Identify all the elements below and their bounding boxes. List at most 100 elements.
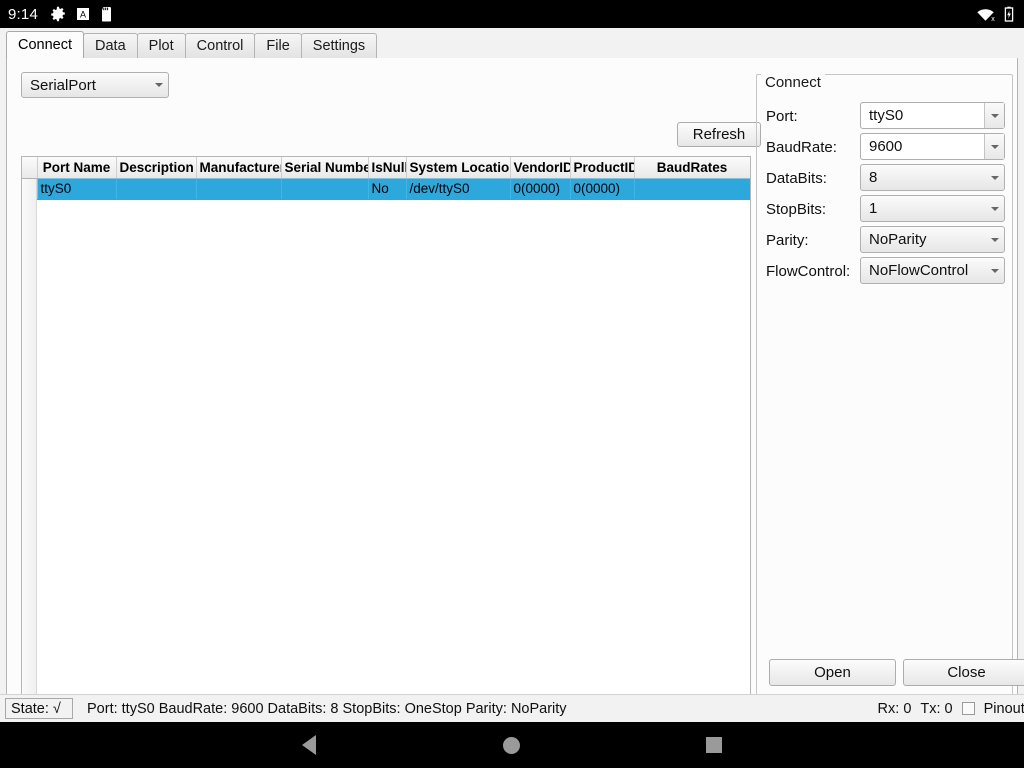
tab-data-label: Data — [95, 38, 126, 54]
column-header-port-name[interactable]: Port Name — [37, 157, 117, 179]
battery-icon — [1004, 6, 1014, 22]
chevron-down-icon — [986, 237, 1004, 242]
chevron-down-icon[interactable] — [984, 103, 1004, 128]
close-button[interactable]: Close — [903, 659, 1024, 686]
column-header-vendorid[interactable]: VendorID — [510, 157, 571, 179]
tab-bar: Connect Data Plot Control File Settings — [0, 31, 1024, 58]
port-type-select[interactable]: SerialPort — [21, 72, 169, 98]
cell-productid[interactable]: 0(0000) — [570, 178, 635, 200]
connect-groupbox-title: Connect — [761, 74, 825, 91]
close-button-label: Close — [947, 664, 986, 681]
tab-connect-label: Connect — [18, 37, 73, 53]
status-counters: Rx: 0 Tx: 0 Pinouts — [878, 701, 1024, 717]
svg-text:x: x — [991, 16, 995, 22]
tab-settings[interactable]: Settings — [300, 33, 378, 58]
column-header-system-location[interactable]: System Location — [406, 157, 511, 179]
status-notification-icons: A — [50, 6, 113, 22]
tab-plot-label: Plot — [148, 38, 174, 54]
open-button[interactable]: Open — [769, 659, 896, 686]
cell-manufacturer[interactable] — [196, 178, 282, 200]
parity-combo-value: NoParity — [869, 231, 927, 248]
connect-pane: Connect Port: ttyS0 BaudRate: 9600 DataB… — [756, 64, 1024, 697]
table-row-header-strip — [22, 179, 37, 741]
tab-file[interactable]: File — [254, 33, 302, 58]
port-combo-value: ttyS0 — [861, 107, 984, 124]
cell-port-name[interactable]: ttyS0 — [37, 178, 117, 200]
android-status-bar: 9:14 A x — [0, 0, 1024, 28]
connection-summary: Port: ttyS0 BaudRate: 9600 DataBits: 8 S… — [87, 700, 567, 717]
gear-icon — [50, 6, 66, 22]
refresh-button-label: Refresh — [692, 126, 746, 143]
baudrate-combo[interactable]: 9600 — [860, 133, 1005, 160]
field-label-databits: DataBits: — [766, 169, 827, 187]
cell-baudrates[interactable] — [634, 178, 750, 200]
field-label-baudrate: BaudRate: — [766, 138, 837, 156]
android-nav-bar — [0, 722, 1024, 768]
stopbits-combo[interactable]: 1 — [860, 195, 1005, 222]
chevron-down-icon[interactable] — [984, 134, 1004, 159]
rx-counter: Rx: 0 — [877, 700, 912, 717]
cell-system-location[interactable]: /dev/ttyS0 — [406, 178, 511, 200]
connect-groupbox: Connect Port: ttyS0 BaudRate: 9600 DataB… — [756, 74, 1024, 697]
tab-file-label: File — [266, 38, 290, 54]
port-combo[interactable]: ttyS0 — [860, 102, 1005, 129]
port-type-select-value: SerialPort — [30, 76, 96, 94]
tab-page-connect: SerialPort Refresh Port Name Description… — [6, 58, 1024, 742]
tab-connect[interactable]: Connect — [6, 31, 85, 58]
databits-combo[interactable]: 8 — [860, 164, 1005, 191]
table-row[interactable]: 1 ttyS0 No /dev/ttyS0 0(0000) 0(0000) — [22, 178, 750, 200]
tx-counter: Tx: 0 — [920, 700, 953, 717]
tab-settings-label: Settings — [312, 38, 366, 54]
column-header-serial-number[interactable]: Serial Number — [281, 157, 369, 179]
status-system-icons: x — [976, 6, 1014, 22]
tab-control[interactable]: Control — [184, 33, 256, 58]
tab-data[interactable]: Data — [83, 33, 138, 58]
port-table[interactable]: Port Name Description Manufacturer Seria… — [21, 156, 751, 742]
screen: 9:14 A x Connect Data Plot Control File … — [0, 0, 1024, 768]
port-list-pane: SerialPort Refresh Port Name Description… — [13, 64, 761, 742]
back-button[interactable] — [302, 735, 316, 755]
flowcontrol-combo-value: NoFlowControl — [869, 262, 969, 279]
chevron-down-icon — [986, 268, 1004, 273]
field-label-stopbits: StopBits: — [766, 200, 827, 218]
field-label-parity: Parity: — [766, 231, 809, 249]
recents-button[interactable] — [706, 737, 722, 753]
application-window: Connect Data Plot Control File Settings … — [0, 28, 1024, 742]
chevron-down-icon — [986, 206, 1004, 211]
tab-strip: Connect Data Plot Control File Settings — [6, 31, 378, 58]
pinouts-checkbox[interactable] — [961, 702, 975, 715]
column-header-isnull[interactable]: IsNull — [368, 157, 407, 179]
column-header-productid[interactable]: ProductID — [570, 157, 635, 179]
cell-isnull[interactable]: No — [368, 178, 407, 200]
pinouts-label: Pinouts — [983, 700, 1024, 717]
tab-plot[interactable]: Plot — [136, 33, 186, 58]
tab-control-label: Control — [196, 38, 244, 54]
column-header-manufacturer[interactable]: Manufacturer — [196, 157, 282, 179]
field-label-port: Port: — [766, 107, 798, 125]
status-clock: 9:14 — [8, 5, 38, 23]
chevron-down-icon — [986, 175, 1004, 180]
column-header-baudrates[interactable]: BaudRates — [634, 157, 750, 179]
wifi-off-icon: x — [976, 6, 995, 22]
baudrate-combo-value: 9600 — [861, 138, 984, 155]
field-label-flowcontrol: FlowControl: — [766, 262, 851, 280]
app-status-bar: State: √ Port: ttyS0 BaudRate: 9600 Data… — [0, 694, 1024, 722]
chevron-down-icon — [150, 83, 168, 87]
parity-combo[interactable]: NoParity — [860, 226, 1005, 253]
cell-vendorid[interactable]: 0(0000) — [510, 178, 571, 200]
cell-description[interactable] — [116, 178, 197, 200]
column-header-description[interactable]: Description — [116, 157, 197, 179]
open-button-label: Open — [814, 664, 851, 681]
port-table-grid: Port Name Description Manufacturer Seria… — [22, 157, 750, 200]
table-header-row: Port Name Description Manufacturer Seria… — [22, 157, 750, 179]
cell-serial-number[interactable] — [281, 178, 369, 200]
home-button[interactable] — [502, 736, 520, 754]
keyboard-a-icon: A — [76, 6, 90, 22]
table-corner-cell — [22, 157, 38, 179]
svg-text:A: A — [80, 10, 86, 20]
flowcontrol-combo[interactable]: NoFlowControl — [860, 257, 1005, 284]
state-label: State: √ — [11, 700, 61, 717]
sdcard-icon — [100, 6, 113, 22]
stopbits-combo-value: 1 — [869, 200, 878, 217]
refresh-button[interactable]: Refresh — [677, 122, 761, 147]
